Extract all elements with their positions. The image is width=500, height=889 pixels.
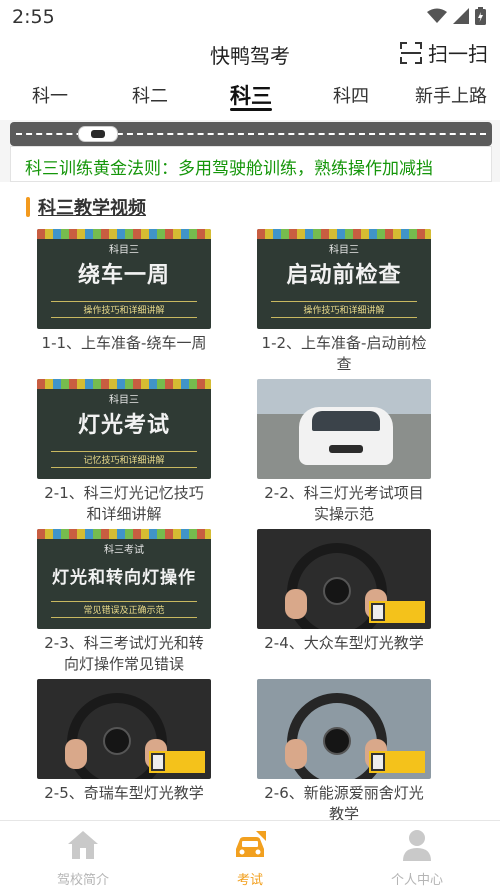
scan-label: 扫一扫 (428, 42, 488, 66)
thumbnail-tag: 科目三 (109, 245, 139, 256)
section-header: 科三教学视频 (26, 194, 146, 220)
video-caption[interactable]: 2-5、奇瑞车型灯光教学 (37, 783, 211, 804)
video-card[interactable]: 2-5、奇瑞车型灯光教学 (37, 679, 211, 804)
tab-subject-3[interactable]: 科三 (230, 80, 272, 110)
bunting-decoration (257, 229, 431, 239)
video-card[interactable]: 2-4、大众车型灯光教学 (257, 529, 431, 654)
status-time: 2:55 (12, 6, 55, 28)
battery-icon (475, 7, 486, 25)
qr-code-icon (371, 753, 385, 771)
left-hand (285, 589, 307, 619)
video-card[interactable]: 2-6、新能源爱丽舍灯光教学 (257, 679, 431, 825)
video-card[interactable]: 科目三 绕车一周 操作技巧和详细讲解 1-1、上车准备-绕车一周 (37, 229, 211, 354)
bottom-nav: 驾校简介 考试 个人中心 (0, 820, 500, 889)
thumbnail-heading: 绕车一周 (77, 263, 170, 288)
nav-exam[interactable]: 考试 (195, 829, 305, 888)
video-card[interactable]: 2-2、科三灯光考试项目实操示范 (257, 379, 431, 525)
video-caption[interactable]: 1-2、上车准备-启动前检查 (257, 333, 431, 375)
nav-label: 驾校简介 (56, 873, 109, 888)
nav-label: 考试 (236, 873, 263, 888)
video-caption[interactable]: 2-3、科三考试灯光和转向灯操作常见错误 (37, 633, 211, 675)
rule-banner: 科三训练黄金法则：多用驾驶舱训练，熟练操作加减挡 (10, 146, 492, 182)
video-caption[interactable]: 2-1、科三灯光记忆技巧和详细讲解 (37, 483, 211, 525)
thumbnail-subtitle: 操作技巧和详细讲解 (271, 301, 417, 318)
car-icon (78, 126, 118, 142)
nav-personal-center[interactable]: 个人中心 (362, 829, 472, 888)
video-thumbnail[interactable]: 科目三 绕车一周 操作技巧和详细讲解 (37, 229, 211, 329)
video-thumbnail[interactable]: 科三考试 灯光和转向灯操作 常见错误及正确示范 (37, 529, 211, 629)
thumbnail-heading: 启动前检查 (286, 263, 402, 288)
thumbnail-tag: 科三考试 (104, 545, 144, 556)
subject-tabs: 科一 科二 科三 科四 新手上路 (0, 74, 500, 120)
video-card[interactable]: 科目三 启动前检查 操作技巧和详细讲解 1-2、上车准备-启动前检查 (257, 229, 431, 375)
video-card[interactable]: 科三考试 灯光和转向灯操作 常见错误及正确示范 2-3、科三考试灯光和转向灯操作… (37, 529, 211, 675)
bunting-decoration (37, 529, 211, 539)
video-thumbnail[interactable] (37, 679, 211, 779)
video-thumbnail[interactable]: 科目三 灯光考试 记忆技巧和详细讲解 (37, 379, 211, 479)
main-content: 科三教学视频 科目三 绕车一周 操作技巧和详细讲解 1-1、上车准备-绕车一周 … (0, 182, 500, 823)
video-thumbnail[interactable] (257, 529, 431, 629)
nav-label: 个人中心 (390, 873, 443, 888)
section-accent-bar (26, 197, 30, 217)
video-caption[interactable]: 2-2、科三灯光考试项目实操示范 (257, 483, 431, 525)
video-thumbnail[interactable] (257, 379, 431, 479)
thumbnail-subtitle: 常见错误及正确示范 (51, 601, 197, 618)
car-exam-icon (236, 831, 266, 857)
video-thumbnail[interactable]: 科目三 启动前检查 操作技巧和详细讲解 (257, 229, 431, 329)
bunting-decoration (37, 379, 211, 389)
left-hand (65, 739, 87, 769)
car-windshield (312, 411, 380, 431)
thumbnail-subtitle: 操作技巧和详细讲解 (51, 301, 197, 318)
thumbnail-heading: 灯光考试 (77, 413, 170, 438)
person-icon (403, 830, 431, 861)
bunting-decoration (37, 229, 211, 239)
car-grill (329, 445, 363, 453)
house-icon (68, 831, 98, 859)
scan-button[interactable]: 扫一扫 (400, 38, 488, 67)
scan-icon (400, 41, 422, 64)
signal-icon (453, 8, 469, 24)
steering-hub (323, 727, 351, 755)
wifi-icon (427, 8, 447, 23)
app-header: 快鸭驾考 扫一扫 (0, 34, 500, 74)
thumbnail-tag: 科目三 (329, 245, 359, 256)
thumbnail-subtitle: 记忆技巧和详细讲解 (51, 451, 197, 468)
thumbnail-tag: 科目三 (109, 395, 139, 406)
thumbnail-heading: 灯光和转向灯操作 (52, 568, 196, 588)
video-caption[interactable]: 1-1、上车准备-绕车一周 (37, 333, 211, 354)
steering-hub (103, 727, 131, 755)
video-caption[interactable]: 2-4、大众车型灯光教学 (257, 633, 431, 654)
tab-subject-2[interactable]: 科二 (132, 82, 168, 108)
tab-subject-4[interactable]: 科四 (333, 82, 369, 108)
qr-code-icon (371, 603, 385, 621)
active-tab-indicator (230, 108, 272, 111)
nav-school-intro[interactable]: 驾校简介 (28, 829, 138, 888)
tab-subject-1[interactable]: 科一 (32, 82, 68, 108)
left-hand (285, 739, 307, 769)
status-icons (427, 7, 486, 25)
tab-new-driver[interactable]: 新手上路 (415, 82, 487, 108)
video-card[interactable]: 科目三 灯光考试 记忆技巧和详细讲解 2-1、科三灯光记忆技巧和详细讲解 (37, 379, 211, 525)
rule-text: 科三训练黄金法则：多用驾驶舱训练，熟练操作加减挡 (25, 159, 433, 179)
qr-code-icon (151, 753, 165, 771)
section-title: 科三教学视频 (38, 198, 146, 219)
road-banner (10, 122, 492, 146)
status-bar: 2:55 (0, 0, 500, 34)
video-thumbnail[interactable] (257, 679, 431, 779)
video-caption[interactable]: 2-6、新能源爱丽舍灯光教学 (257, 783, 431, 825)
steering-hub (323, 577, 351, 605)
